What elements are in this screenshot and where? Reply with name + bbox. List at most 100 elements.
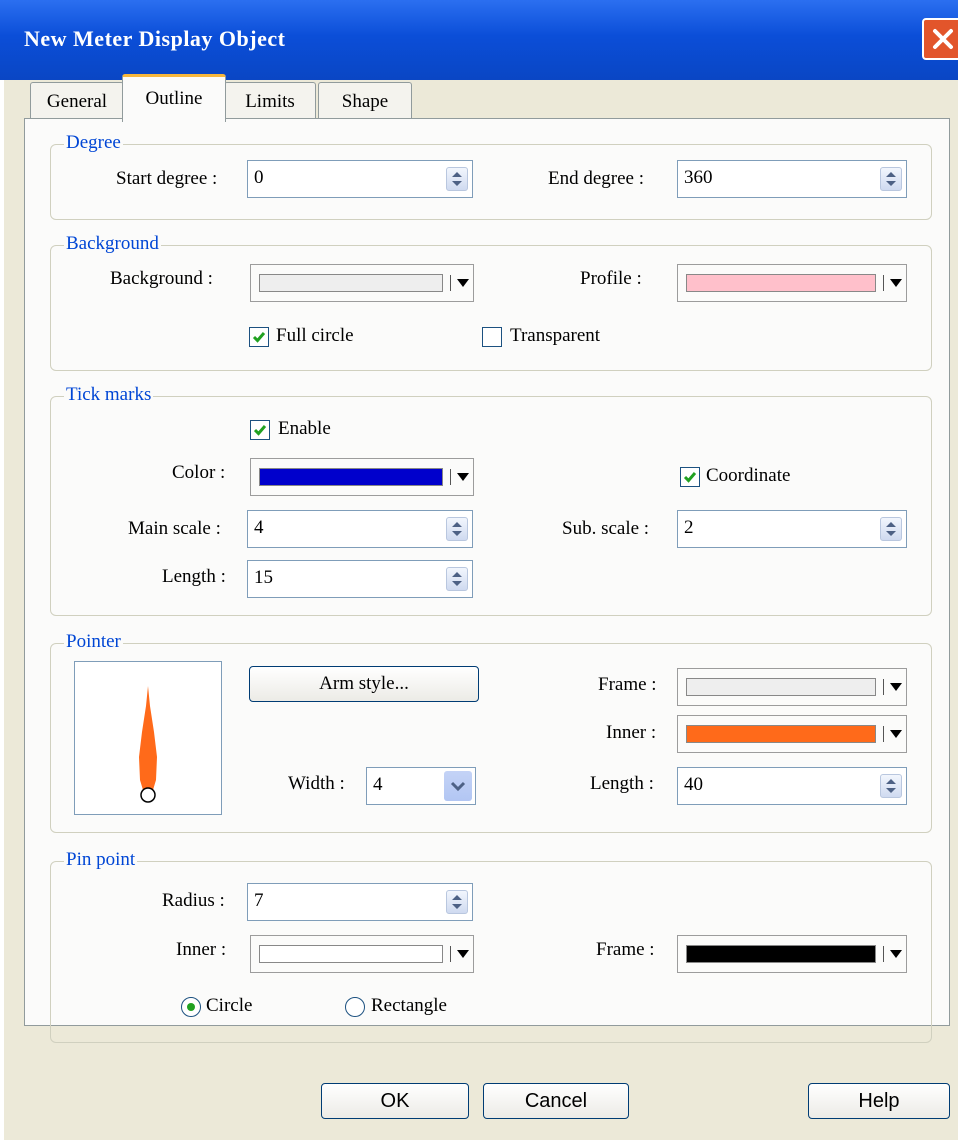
profile-color-label: Profile : bbox=[580, 268, 642, 289]
window-title: New Meter Display Object bbox=[24, 26, 286, 51]
end-degree-spinner[interactable]: 360 bbox=[677, 160, 907, 198]
spin-arrows-icon[interactable] bbox=[446, 517, 468, 541]
transparent-checkbox[interactable] bbox=[482, 327, 502, 347]
rectangle-radio[interactable] bbox=[345, 997, 365, 1017]
main-scale-label: Main scale : bbox=[128, 518, 221, 539]
enable-checkbox[interactable] bbox=[250, 420, 270, 440]
spin-arrows-icon[interactable] bbox=[880, 774, 902, 798]
pointer-length-spinner[interactable]: 40 bbox=[677, 767, 907, 805]
pointer-length-value: 40 bbox=[684, 774, 703, 795]
pin-inner-combo[interactable] bbox=[250, 935, 474, 973]
sub-scale-label: Sub. scale : bbox=[562, 518, 650, 539]
chevron-down-icon[interactable] bbox=[444, 771, 472, 801]
close-icon bbox=[933, 29, 953, 49]
rectangle-label: Rectangle bbox=[371, 995, 447, 1016]
pointer-inner-label: Inner : bbox=[606, 722, 657, 743]
tick-length-label: Length : bbox=[162, 566, 226, 587]
sub-scale-spinner[interactable]: 2 bbox=[677, 510, 907, 548]
enable-label: Enable bbox=[278, 418, 331, 439]
circle-radio[interactable] bbox=[181, 997, 201, 1017]
full-circle-label: Full circle bbox=[276, 325, 354, 346]
tick-marks-legend: Tick marks bbox=[64, 384, 154, 406]
pointer-inner-combo[interactable] bbox=[677, 715, 907, 753]
pin-inner-label: Inner : bbox=[176, 939, 227, 960]
background-color-swatch bbox=[259, 274, 443, 292]
radius-value: 7 bbox=[254, 890, 264, 911]
pointer-width-select[interactable]: 4 bbox=[366, 767, 476, 805]
main-scale-spinner[interactable]: 4 bbox=[247, 510, 473, 548]
ok-button-label: OK bbox=[380, 1090, 410, 1112]
pointer-width-value: 4 bbox=[373, 774, 383, 795]
pointer-inner-swatch bbox=[686, 725, 876, 743]
dropdown-arrow-icon bbox=[890, 683, 902, 691]
profile-color-swatch bbox=[686, 274, 876, 292]
tick-length-spinner[interactable]: 15 bbox=[247, 560, 473, 598]
pointer-width-label: Width : bbox=[288, 773, 345, 794]
tick-color-swatch bbox=[259, 468, 443, 486]
degree-legend: Degree bbox=[64, 132, 123, 154]
dropdown-arrow-icon bbox=[890, 279, 902, 287]
pointer-legend: Pointer bbox=[64, 631, 123, 653]
radius-spinner[interactable]: 7 bbox=[247, 883, 473, 921]
background-legend: Background bbox=[64, 233, 161, 255]
sub-scale-value: 2 bbox=[684, 517, 694, 538]
tick-color-label: Color : bbox=[172, 462, 226, 483]
tab-shape-label: Shape bbox=[341, 91, 389, 112]
pin-frame-swatch bbox=[686, 945, 876, 963]
checkmark-icon bbox=[683, 472, 697, 483]
tab-limits[interactable]: Limits bbox=[224, 82, 316, 120]
tab-shape[interactable]: Shape bbox=[318, 82, 412, 120]
tab-limits-label: Limits bbox=[245, 91, 295, 112]
coordinate-label: Coordinate bbox=[706, 465, 791, 486]
help-button[interactable]: Help bbox=[808, 1083, 950, 1119]
end-degree-label: End degree : bbox=[548, 168, 645, 189]
dropdown-arrow-icon bbox=[890, 950, 902, 958]
spin-arrows-icon[interactable] bbox=[446, 890, 468, 914]
spin-arrows-icon[interactable] bbox=[446, 567, 468, 591]
pointer-length-label: Length : bbox=[590, 773, 654, 794]
coordinate-checkbox[interactable] bbox=[680, 467, 700, 487]
end-degree-value: 360 bbox=[684, 167, 713, 188]
full-circle-checkbox[interactable] bbox=[249, 327, 269, 347]
radius-label: Radius : bbox=[162, 890, 225, 911]
spin-arrows-icon[interactable] bbox=[446, 167, 468, 191]
checkmark-icon bbox=[253, 425, 267, 436]
dropdown-arrow-icon bbox=[457, 279, 469, 287]
dialog-window: New Meter Display Object General Outline… bbox=[0, 0, 958, 1140]
arm-style-button[interactable]: Arm style... bbox=[249, 666, 479, 702]
tab-general-label: General bbox=[46, 91, 108, 112]
cancel-button[interactable]: Cancel bbox=[483, 1083, 629, 1119]
tick-color-combo[interactable] bbox=[250, 458, 474, 496]
start-degree-spinner[interactable]: 0 bbox=[247, 160, 473, 198]
main-scale-value: 4 bbox=[254, 517, 264, 538]
spin-arrows-icon[interactable] bbox=[880, 167, 902, 191]
pointer-frame-combo[interactable] bbox=[677, 668, 907, 706]
pointer-frame-label: Frame : bbox=[598, 674, 657, 695]
start-degree-value: 0 bbox=[254, 167, 264, 188]
arm-style-button-label: Arm style... bbox=[319, 673, 409, 694]
background-color-combo[interactable] bbox=[250, 264, 474, 302]
pin-point-legend: Pin point bbox=[64, 849, 138, 871]
dropdown-arrow-icon bbox=[457, 950, 469, 958]
spin-arrows-icon[interactable] bbox=[880, 517, 902, 541]
dropdown-arrow-icon bbox=[890, 730, 902, 738]
tab-outline[interactable]: Outline bbox=[122, 74, 226, 122]
tab-general[interactable]: General bbox=[30, 82, 124, 120]
ok-button[interactable]: OK bbox=[321, 1083, 469, 1119]
start-degree-label: Start degree : bbox=[116, 168, 218, 189]
checkmark-icon bbox=[252, 332, 266, 343]
help-button-label: Help bbox=[858, 1090, 900, 1112]
pointer-preview bbox=[74, 661, 222, 815]
pointer-arm-icon bbox=[139, 686, 157, 803]
pin-inner-swatch bbox=[259, 945, 443, 963]
transparent-label: Transparent bbox=[510, 325, 601, 346]
profile-color-combo[interactable] bbox=[677, 264, 907, 302]
background-color-label: Background : bbox=[110, 268, 213, 289]
pin-frame-label: Frame : bbox=[596, 939, 655, 960]
close-button[interactable] bbox=[922, 18, 958, 60]
title-bar: New Meter Display Object bbox=[0, 0, 958, 80]
dropdown-arrow-icon bbox=[457, 473, 469, 481]
pin-frame-combo[interactable] bbox=[677, 935, 907, 973]
circle-label: Circle bbox=[206, 995, 253, 1016]
tab-outline-label: Outline bbox=[145, 88, 203, 109]
